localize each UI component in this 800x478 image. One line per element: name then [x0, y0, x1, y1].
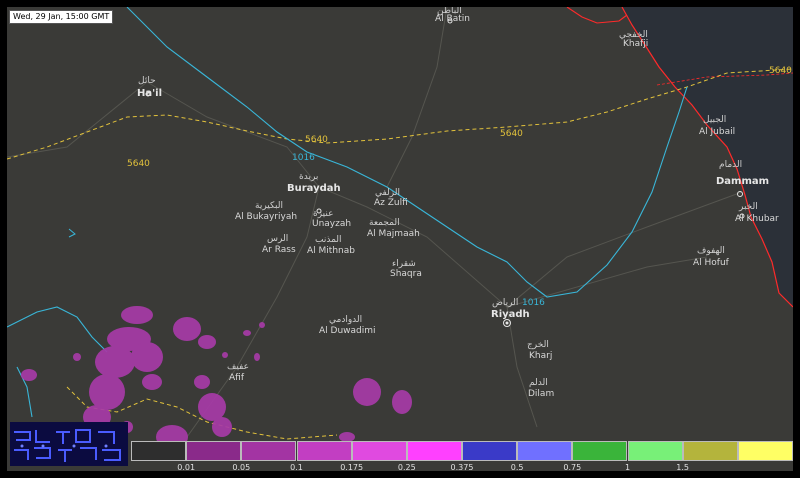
legend-swatch: [186, 441, 242, 461]
city-label: Riyadh: [491, 309, 530, 320]
city-label-arabic: الهفوف: [697, 246, 725, 256]
city-label: Shaqra: [390, 269, 422, 279]
pressure-isobar-west: [7, 306, 108, 353]
city-label-arabic: الدوادمي: [329, 315, 362, 325]
pressure-isobar: [126, 7, 688, 298]
city-label-arabic: المذنب: [315, 235, 342, 245]
precip-legend: 0.01 0.05 0.1 0.175 0.25 0.375 0.5 0.75 1 1.5: [131, 441, 793, 477]
geopotential-label: 5640: [305, 135, 328, 145]
kuwait-border: [566, 7, 628, 24]
map-layer: 5640 5640 5640 5640 1016 1016 الباطن Al …: [7, 7, 793, 449]
city-label-arabic: عنيزة: [313, 209, 333, 219]
city-label: Buraydah: [287, 183, 341, 194]
city-label-arabic: الدمام: [719, 160, 742, 170]
legend-tick-label: 0.75: [563, 463, 582, 472]
weather-map-view: 5640 5640 5640 5640 1016 1016 الباطن Al …: [0, 0, 800, 478]
city-label: Dammam: [716, 176, 769, 187]
city-label-arabic: المجمعة: [369, 218, 400, 228]
legend-tick-label: 0.01: [177, 463, 196, 472]
city-label: Al Batin: [435, 14, 470, 24]
pressure-marker: [68, 228, 76, 238]
timestamp-label: Wed, 29 Jan, 15:00 GMT: [9, 10, 114, 24]
city-label: Al Hofuf: [693, 258, 730, 268]
isobar-label: 1016: [292, 153, 315, 163]
city-label: Al Mithnab: [307, 246, 355, 256]
legend-swatch: [351, 441, 407, 461]
city-label-arabic: الخرج: [527, 340, 549, 350]
legend-swatch: [131, 441, 187, 461]
legend-swatch: [462, 441, 518, 461]
legend-tick-label: 0.1: [290, 463, 303, 472]
geopotential-label: 5640: [500, 129, 523, 139]
legend-swatch: [572, 441, 628, 461]
city-label-arabic: الجبيل: [703, 115, 726, 125]
legend-tick-label: 0.5: [510, 463, 524, 472]
map-canvas[interactable]: 5640 5640 5640 5640 1016 1016 الباطن Al …: [7, 7, 793, 471]
legend-swatch: [241, 441, 297, 461]
legend-swatch: [737, 441, 793, 461]
city-label-arabic: عفيف: [227, 362, 249, 372]
city-label-arabic: بريدة: [299, 172, 318, 182]
city-label: Khafji: [623, 39, 648, 49]
geopotential-label: 5640: [127, 159, 150, 169]
city-markers: [145, 18, 745, 327]
city-label-arabic: الدلم: [529, 378, 548, 388]
city-label-arabic: البكيرية: [255, 201, 283, 211]
city-label: Afif: [229, 373, 245, 383]
legend-tick-label: 0.25: [397, 463, 416, 472]
city-label: Dilam: [528, 389, 554, 399]
legend-swatch: [682, 441, 738, 461]
city-label: Unayzah: [312, 219, 351, 229]
city-label: Al Khubar: [735, 214, 779, 224]
city-label: Al Jubail: [699, 127, 735, 137]
city-label-arabic: حائل: [138, 76, 156, 86]
city-label: Ar Rass: [262, 245, 296, 255]
city-label-arabic: الخبر: [738, 202, 758, 212]
legend-swatch: [517, 441, 573, 461]
legend-tick-label: 1: [624, 463, 631, 472]
legend-swatch: [296, 441, 352, 461]
legend-swatch: [406, 441, 462, 461]
city-label-arabic: الرس: [267, 234, 288, 244]
provider-logo: [10, 422, 128, 466]
city-label-arabic: الزلفي: [375, 188, 400, 198]
isobar-label: 1016: [522, 298, 545, 308]
city-label: Az Zulfi: [374, 198, 408, 208]
city-label: Al Bukayriyah: [235, 212, 297, 222]
geopotential-label: 5640: [769, 66, 792, 76]
legend-swatch: [627, 441, 683, 461]
city-label: Al Majmaah: [367, 229, 420, 239]
city-label: Ha'il: [137, 88, 162, 99]
legend-tick-label: 1.5: [676, 463, 690, 472]
city-label: Al Duwadimi: [319, 326, 376, 336]
city-label-arabic: الرياض: [492, 298, 518, 308]
city-label-arabic: شقراء: [392, 259, 416, 269]
legend-tick-label: 0.375: [450, 463, 474, 472]
legend-tick-label: 0.175: [340, 463, 364, 472]
legend-tick-label: 0.05: [232, 463, 251, 472]
city-label: Kharj: [529, 351, 552, 361]
